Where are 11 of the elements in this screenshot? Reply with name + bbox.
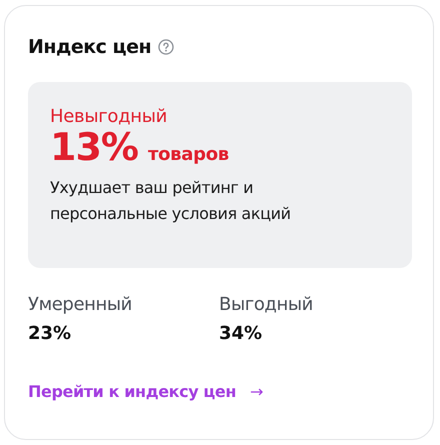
description-text: Ухудшает ваш рейтинг и персональные условия акций	[50, 176, 292, 225]
stat-value: 23%	[28, 323, 72, 344]
card-title: Индекс цен	[28, 36, 152, 58]
stat-label: Умеренный	[28, 294, 133, 315]
percent-value: 13%	[50, 127, 138, 169]
help-icon[interactable]	[158, 39, 174, 55]
status-label: Невыгодный	[50, 106, 168, 127]
unit-label: товаров	[148, 144, 229, 165]
stat-label: Выгодный	[219, 294, 314, 315]
price-index-link[interactable]: Перейти к индексу цен →	[28, 382, 264, 401]
stat-value: 34%	[219, 323, 264, 344]
